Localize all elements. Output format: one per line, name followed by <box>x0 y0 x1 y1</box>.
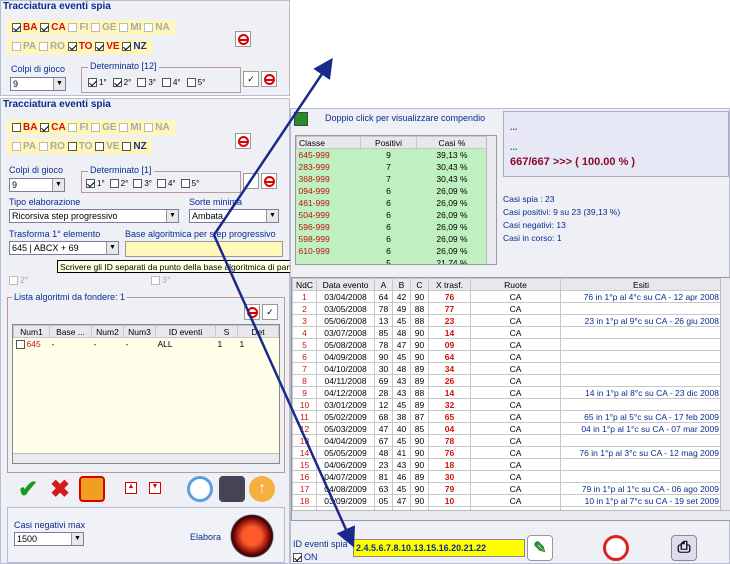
arrow-to-input <box>212 234 355 548</box>
arrow-to-summary <box>212 57 333 236</box>
annotation-arrows <box>212 57 355 548</box>
